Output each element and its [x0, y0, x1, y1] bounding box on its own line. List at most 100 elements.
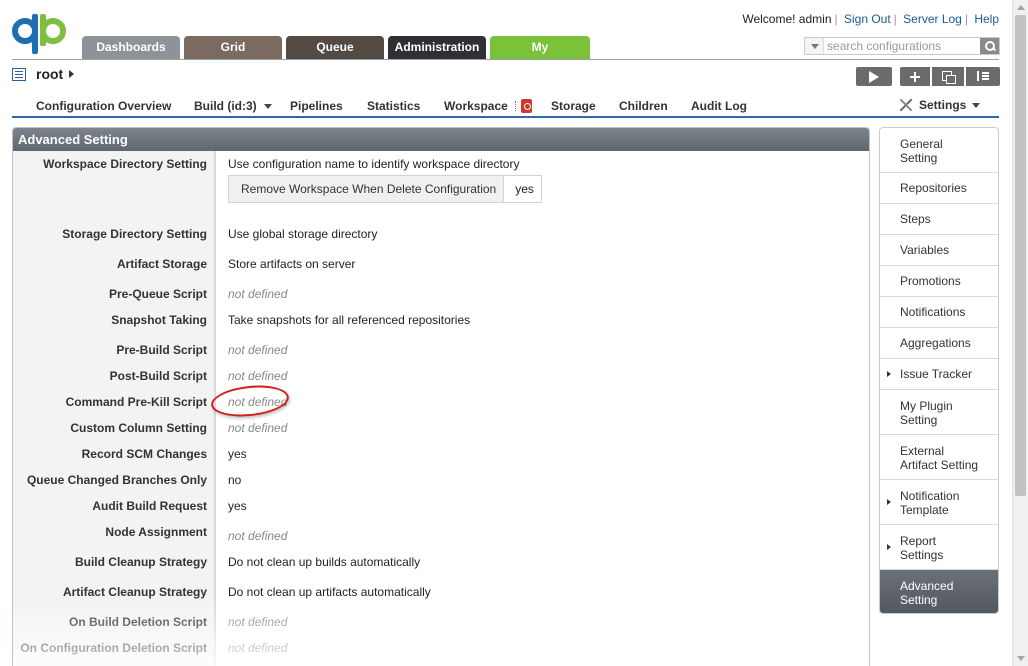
setting-value: no	[228, 473, 242, 487]
setting-label: Record SCM Changes	[81, 447, 207, 461]
tab-administration[interactable]: Administration	[388, 36, 486, 59]
scroll-up-icon[interactable]	[1017, 5, 1025, 10]
setting-label: On Configuration Deletion Script	[20, 641, 207, 655]
sidenav-item-general-setting[interactable]: General Setting	[880, 128, 998, 173]
subsetting-label: Remove Workspace When Delete Configurati…	[229, 176, 505, 202]
setting-value: Take snapshots for all referenced reposi…	[228, 313, 471, 327]
setting-label: Snapshot Taking	[111, 313, 207, 327]
sidenav-item-notification-template[interactable]: Notification Template	[880, 480, 998, 525]
breadcrumb-root[interactable]: root	[36, 66, 63, 82]
subnav-divider	[515, 101, 516, 111]
sidenav-item-external-artifact-setting[interactable]: External Artifact Setting	[880, 435, 998, 480]
sidenav-item-issue-tracker[interactable]: Issue Tracker	[880, 359, 998, 390]
setting-label: Artifact Storage	[116, 257, 207, 271]
subnav-workspace[interactable]: Workspace	[444, 99, 508, 113]
chevron-down-icon	[972, 102, 981, 108]
scroll-thumb[interactable]	[1015, 15, 1026, 496]
sign-out-link[interactable]: Sign Out	[844, 12, 891, 26]
breadcrumb-arrow-icon[interactable]	[69, 70, 75, 78]
configuration-subnav: Configuration Overview Build (id:3) Pipe…	[12, 96, 999, 118]
subnav-pipelines[interactable]: Pipelines	[290, 99, 343, 113]
subnav-configuration-overview[interactable]: Configuration Overview	[36, 99, 171, 113]
chevron-down-icon[interactable]	[263, 104, 272, 110]
breadcrumb: root	[12, 66, 75, 82]
sidenav-label: General Setting	[900, 137, 943, 165]
tab-dashboards[interactable]: Dashboards	[82, 36, 180, 59]
setting-label: Custom Column Setting	[70, 421, 207, 435]
copy-configuration-button[interactable]	[932, 67, 964, 86]
sidenav-label: Advanced Setting	[900, 579, 954, 607]
expand-arrow-icon	[887, 371, 891, 377]
highlight-annotation	[209, 382, 291, 420]
sidenav-label: Aggregations	[900, 336, 971, 350]
sidenav-label: Repositories	[900, 181, 967, 195]
sidenav-item-notifications[interactable]: Notifications	[880, 297, 998, 328]
settings-menu[interactable]: Settings	[898, 98, 981, 112]
setting-label: Queue Changed Branches Only	[26, 473, 207, 487]
setting-label: On Build Deletion Script	[68, 615, 207, 629]
subnav-build-label: Build (id:3)	[194, 99, 257, 113]
tab-queue[interactable]: Queue	[286, 36, 384, 59]
add-configuration-button[interactable]	[900, 67, 930, 86]
workspace-alert-icon[interactable]	[521, 99, 532, 113]
sidenav-label: Variables	[900, 243, 950, 257]
subsetting-value: yes	[504, 176, 541, 202]
page-scrollbar[interactable]	[1012, 0, 1028, 666]
sidenav-label: Promotions	[900, 274, 961, 288]
advanced-setting-panel: Advanced Setting Workspace Directory Set…	[12, 127, 870, 666]
setting-value: Do not clean up artifacts automatically	[228, 585, 431, 599]
setting-label: Build Cleanup Strategy	[74, 555, 207, 569]
setting-label: Workspace Directory Setting	[43, 157, 207, 171]
main-tabs: Dashboards Grid Queue Administration My	[82, 36, 594, 59]
subnav-storage[interactable]: Storage	[551, 99, 596, 113]
sidenav-item-report-settings[interactable]: Report Settings	[880, 525, 998, 570]
setting-value: Use global storage directory	[228, 227, 378, 241]
settings-table: Workspace Directory Setting Use configur…	[13, 151, 869, 666]
sidenav-item-repositories[interactable]: Repositories	[880, 173, 998, 204]
sidenav-item-variables[interactable]: Variables	[880, 235, 998, 266]
search-dropdown-icon[interactable]	[805, 38, 825, 54]
reorder-button[interactable]	[966, 67, 1000, 86]
settings-sidenav: General Setting Repositories Steps Varia…	[879, 127, 999, 614]
top-links: Welcome! admin | Sign Out | Server Log | He…	[742, 12, 999, 26]
subnav-audit-log[interactable]: Audit Log	[691, 99, 747, 113]
setting-label: Pre-Build Script	[116, 343, 207, 357]
subnav-children[interactable]: Children	[619, 99, 668, 113]
tab-grid[interactable]: Grid	[184, 36, 282, 59]
sidenav-label: Notifications	[900, 305, 966, 319]
setting-value: not defined	[228, 343, 288, 357]
panel-title: Advanced Setting	[13, 128, 869, 151]
search-icon[interactable]	[980, 38, 999, 54]
expand-arrow-icon	[887, 544, 891, 550]
search-input[interactable]	[824, 38, 981, 54]
run-button[interactable]	[856, 67, 892, 86]
quickbuild-logo[interactable]	[12, 14, 68, 54]
setting-label: Audit Build Request	[92, 499, 207, 513]
sidenav-item-steps[interactable]: Steps	[880, 204, 998, 235]
sidenav-item-promotions[interactable]: Promotions	[880, 266, 998, 297]
subnav-build[interactable]: Build (id:3)	[194, 99, 272, 113]
sidenav-label: Report Settings	[900, 534, 944, 562]
setting-value: not defined	[228, 641, 288, 655]
scroll-down-icon[interactable]	[1017, 656, 1025, 661]
subnav-statistics[interactable]: Statistics	[367, 99, 420, 113]
sidenav-item-my-plugin-setting[interactable]: My Plugin Setting	[880, 390, 998, 435]
help-link[interactable]: Help	[974, 12, 999, 26]
setting-value: yes	[228, 447, 247, 461]
sidenav-item-advanced-setting[interactable]: Advanced Setting	[880, 570, 998, 613]
setting-value: Use configuration name to identify works…	[228, 157, 520, 171]
setting-value: not defined	[228, 369, 288, 383]
setting-label: Artifact Cleanup Strategy	[62, 585, 207, 599]
setting-value: not defined	[228, 529, 288, 543]
welcome-text: Welcome! admin	[742, 12, 832, 26]
sidenav-label: Notification Template	[900, 489, 960, 517]
setting-value: Do not clean up builds automatically	[228, 555, 421, 569]
setting-value: not defined	[228, 615, 288, 629]
setting-value: not defined	[228, 421, 288, 435]
tab-my[interactable]: My	[490, 36, 590, 59]
server-log-link[interactable]: Server Log	[903, 12, 962, 26]
setting-label: Post-Build Script	[109, 369, 207, 383]
sidenav-item-aggregations[interactable]: Aggregations	[880, 328, 998, 359]
configuration-icon	[12, 67, 26, 81]
setting-label: Command Pre-Kill Script	[65, 395, 207, 409]
